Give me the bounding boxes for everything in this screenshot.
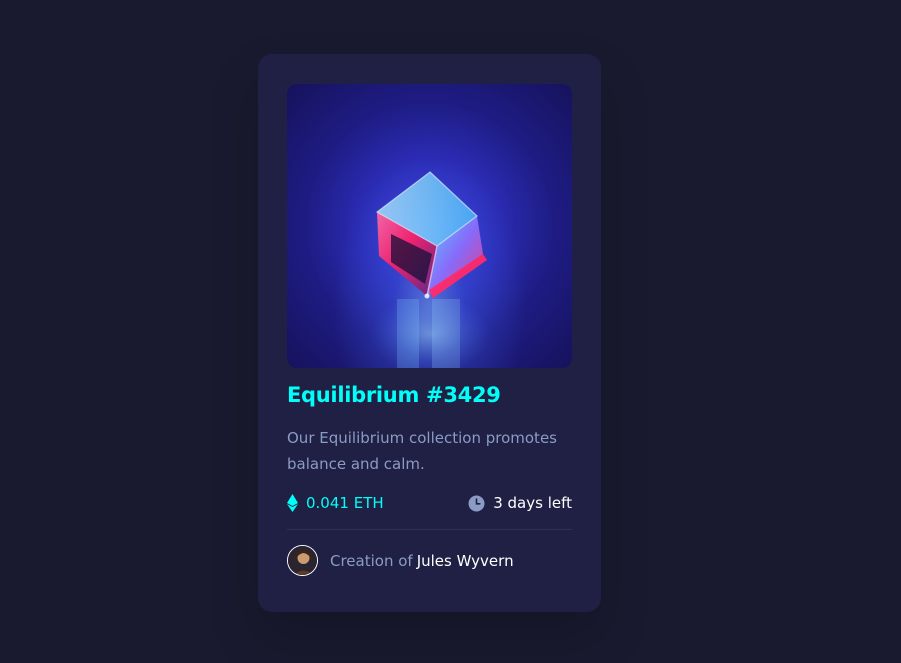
creator-row: Creation of Jules Wyvern bbox=[287, 545, 572, 577]
avatar-image bbox=[288, 546, 317, 576]
creator-text: Creation of Jules Wyvern bbox=[330, 552, 514, 570]
divider bbox=[287, 529, 572, 531]
nft-stats: 0.041 ETH 3 days left bbox=[287, 491, 572, 515]
nft-description: Our Equilibrium collection promotes bala… bbox=[287, 429, 557, 474]
price-value: 0.041 ETH bbox=[306, 494, 384, 513]
creator-name-link[interactable]: Jules Wyvern bbox=[417, 552, 514, 570]
avatar bbox=[287, 545, 318, 577]
creator-prefix: Creation of bbox=[330, 551, 413, 570]
page: Equilibrium #3429 Our Equilibrium collec… bbox=[0, 0, 901, 663]
clock-icon bbox=[468, 495, 485, 512]
time-left-value: 3 days left bbox=[493, 494, 572, 513]
nft-title[interactable]: Equilibrium #3429 bbox=[287, 382, 572, 409]
price-stat: 0.041 ETH bbox=[287, 494, 384, 513]
crystal-cube-image bbox=[370, 171, 490, 368]
nft-card: Equilibrium #3429 Our Equilibrium collec… bbox=[258, 54, 601, 612]
ethereum-icon bbox=[287, 494, 298, 513]
nft-image[interactable] bbox=[287, 84, 572, 368]
time-stat: 3 days left bbox=[468, 494, 572, 512]
